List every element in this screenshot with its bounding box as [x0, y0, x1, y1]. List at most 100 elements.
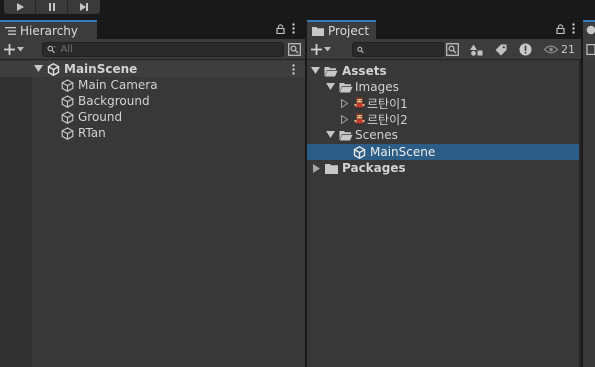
hierarchy-item[interactable]: Ground [61, 109, 122, 125]
folder-packages-label: Packages [342, 161, 406, 175]
tab-hierarchy[interactable]: Hierarchy [0, 20, 97, 39]
inspector-content [583, 60, 595, 367]
hierarchy-search[interactable] [42, 42, 284, 57]
sprite-character-icon [354, 113, 365, 125]
project-tabbar: Project [307, 18, 581, 39]
console-errors-button[interactable] [516, 41, 535, 58]
shapes-icon [470, 44, 483, 56]
folder-scenes-label: Scenes [355, 128, 398, 142]
image-search-icon [288, 43, 301, 56]
warning-icon [519, 43, 532, 56]
open-folder-icon [324, 66, 338, 76]
asset-sprite-label: 르탄이2 [367, 112, 408, 127]
tab-inspector[interactable] [583, 20, 595, 39]
collapsed-arrow-icon[interactable] [341, 98, 348, 108]
project-tab-controls [556, 23, 575, 34]
create-asset-button[interactable] [311, 41, 331, 58]
project-panel: Project 21 Assets Images 르탄이1 르탄이2 Scene… [307, 18, 581, 367]
more-vertical-icon[interactable] [292, 63, 295, 75]
inspector-panel-edge [583, 18, 595, 367]
more-vertical-icon[interactable] [572, 23, 575, 34]
eye-icon [544, 45, 558, 54]
expand-arrow-icon[interactable] [326, 83, 335, 91]
open-folder-icon [339, 82, 353, 92]
inspector-subbar [583, 39, 595, 60]
gameobject-cube-icon [61, 78, 74, 92]
folder-assets[interactable]: Assets [311, 63, 387, 79]
hierarchy-item-label: Background [78, 94, 150, 108]
play-button[interactable] [4, 0, 36, 14]
expand-arrow-icon[interactable] [326, 131, 335, 139]
step-icon [80, 3, 88, 11]
pause-icon [48, 3, 55, 11]
hierarchy-gutter [0, 60, 32, 367]
project-search[interactable] [352, 42, 444, 57]
folder-scenes[interactable]: Scenes [326, 127, 398, 143]
scene-name: MainScene [64, 62, 138, 76]
scene-visibility-button[interactable] [285, 41, 304, 58]
hierarchy-item-label: Main Camera [78, 78, 158, 92]
project-search-input[interactable] [367, 43, 443, 56]
folder-images[interactable]: Images [326, 79, 399, 95]
play-controls [4, 0, 100, 14]
dropdown-arrow-icon [17, 47, 24, 52]
folder-packages[interactable]: Packages [313, 160, 406, 176]
image-search-icon [446, 43, 459, 56]
tab-project-label: Project [328, 23, 370, 38]
hierarchy-content: MainScene Main Camera Background Ground … [0, 60, 305, 367]
hierarchy-tabbar: Hierarchy [0, 18, 305, 39]
hierarchy-tab-controls [276, 23, 295, 34]
plus-icon [4, 44, 15, 55]
search-icon [47, 45, 56, 54]
expand-arrow-icon[interactable] [34, 65, 43, 73]
selected-row-highlight [307, 144, 579, 160]
asset-sprite-item[interactable]: 르탄이1 [341, 95, 408, 111]
hierarchy-subbar [0, 39, 305, 60]
gameobject-cube-icon [61, 94, 74, 108]
lock-icon[interactable] [276, 23, 285, 34]
hierarchy-panel: Hierarchy MainScene [0, 18, 305, 367]
inspector-tabbar [583, 18, 595, 39]
unity-logo-icon [47, 62, 60, 76]
pause-button[interactable] [36, 0, 68, 14]
search-by-label-button[interactable] [491, 41, 510, 58]
hierarchy-item-label: Ground [78, 110, 123, 124]
asset-scene-label: MainScene [370, 145, 436, 159]
hierarchy-list-icon [5, 26, 16, 35]
inspector-page-icon[interactable] [586, 44, 595, 55]
collapsed-arrow-icon[interactable] [313, 163, 320, 173]
open-folder-icon [339, 130, 353, 140]
tab-project[interactable]: Project [307, 20, 376, 39]
dropdown-arrow-icon [324, 47, 331, 52]
unity-logo-icon [353, 145, 366, 159]
hierarchy-item[interactable]: Main Camera [61, 77, 158, 93]
project-subbar: 21 [307, 39, 581, 60]
gameobject-cube-icon [61, 110, 74, 124]
asset-sprite-item[interactable]: 르탄이2 [341, 111, 408, 127]
tag-icon [495, 44, 506, 55]
collapsed-arrow-icon[interactable] [341, 114, 348, 124]
expand-arrow-icon[interactable] [311, 67, 320, 75]
hierarchy-item[interactable]: RTan [61, 125, 106, 141]
search-by-type-button[interactable] [467, 41, 486, 58]
tab-hierarchy-label: Hierarchy [20, 23, 79, 38]
scene-row-mainscene[interactable]: MainScene [0, 61, 305, 77]
search-icon [357, 46, 364, 53]
plus-icon [311, 44, 322, 55]
more-vertical-icon[interactable] [292, 23, 295, 34]
folder-assets-label: Assets [342, 64, 387, 78]
gameobject-cube-icon [61, 126, 74, 140]
play-toolbar [0, 0, 595, 18]
hierarchy-search-input[interactable] [60, 43, 283, 56]
folder-icon [312, 26, 324, 36]
hidden-packages-button[interactable]: 21 [544, 41, 578, 58]
search-by-image-button[interactable] [443, 41, 462, 58]
asset-scene-item[interactable]: MainScene [353, 144, 435, 160]
sprite-character-icon [354, 97, 365, 109]
hierarchy-item[interactable]: Background [61, 93, 150, 109]
step-button[interactable] [68, 0, 100, 14]
create-button[interactable] [4, 41, 24, 58]
lock-icon[interactable] [556, 23, 565, 34]
folder-images-label: Images [355, 80, 399, 94]
project-content: Assets Images 르탄이1 르탄이2 Scenes MainScene… [307, 60, 579, 367]
